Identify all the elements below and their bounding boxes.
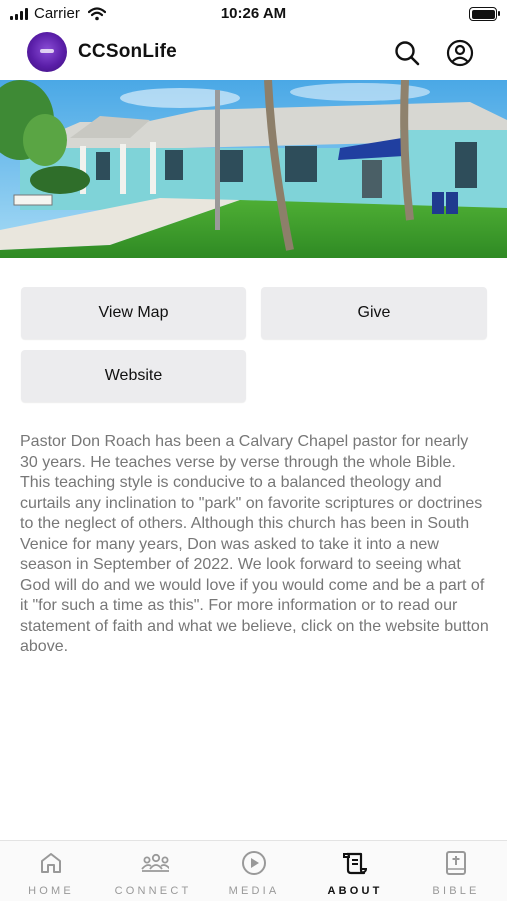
status-time: 10:26 AM — [220, 5, 287, 22]
tab-about[interactable]: ABOUT — [305, 841, 405, 901]
tab-media-label: MEDIA — [228, 885, 280, 897]
tab-home-label: HOME — [28, 885, 74, 897]
church-building-photo — [0, 80, 507, 258]
tab-bible-label: BIBLE — [432, 885, 480, 897]
account-icon[interactable] — [445, 38, 475, 68]
tab-bible[interactable]: BIBLE — [406, 841, 506, 901]
church-description: Pastor Don Roach has been a Calvary Chap… — [20, 433, 489, 655]
tab-connect-label: CONNECT — [114, 885, 192, 897]
view-map-button[interactable]: View Map — [21, 287, 246, 339]
bottom-tab-bar: HOME CONNECT MEDIA ABOUT BIBLE — [0, 840, 507, 901]
bible-icon — [446, 851, 466, 875]
scroll-icon — [343, 852, 368, 875]
status-bar: Carrier 10:26 AM — [0, 0, 507, 28]
tab-home[interactable]: HOME — [1, 841, 101, 901]
app-header: CCSonLife — [0, 28, 507, 80]
search-icon[interactable] — [392, 38, 422, 68]
tab-connect[interactable]: CONNECT — [103, 841, 203, 901]
people-icon — [141, 853, 169, 872]
website-button[interactable]: Website — [21, 350, 246, 402]
play-icon — [242, 851, 266, 875]
app-title: CCSonLife — [78, 41, 177, 62]
tab-media[interactable]: MEDIA — [204, 841, 304, 901]
home-icon — [41, 853, 61, 873]
give-button[interactable]: Give — [261, 287, 487, 339]
tab-about-label: ABOUT — [327, 885, 383, 897]
battery-icon — [469, 7, 500, 21]
church-logo — [27, 32, 67, 72]
